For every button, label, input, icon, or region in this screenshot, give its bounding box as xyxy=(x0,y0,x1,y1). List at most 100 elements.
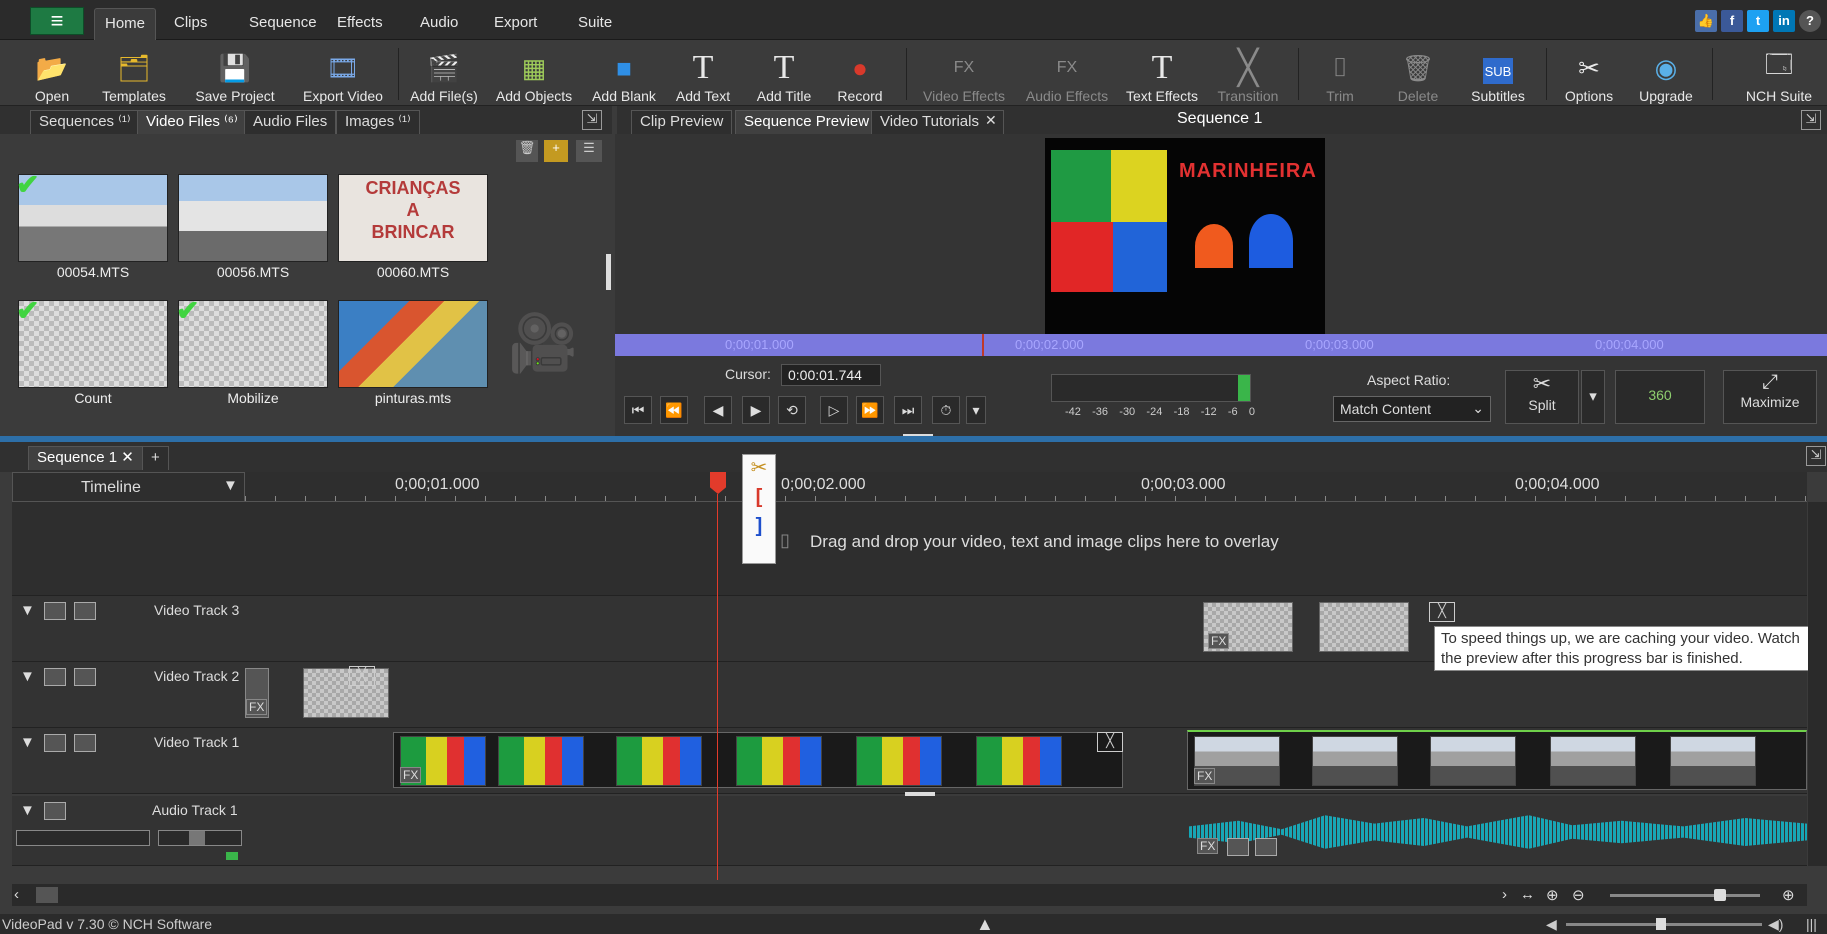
add-objects-button[interactable]: ▦ Add Objects xyxy=(492,44,576,105)
file-thumbnail[interactable] xyxy=(178,174,328,262)
prev-frame-icon[interactable]: ⏪ xyxy=(660,396,688,424)
timeline-mode-select[interactable]: Timeline ▼ xyxy=(12,472,245,502)
vertical-scrollbar[interactable] xyxy=(1808,502,1827,866)
timeline-clip-puzzle[interactable]: FX xyxy=(393,732,1123,788)
delete-button[interactable]: 🗑 Delete xyxy=(1390,44,1446,105)
tab-clips[interactable]: Clips xyxy=(164,8,217,40)
cursor-time-field[interactable]: 0:00:01.744 xyxy=(781,364,881,386)
horizontal-scrollbar[interactable]: ‹ › ↔ ⊕ ⊖ ⊕ xyxy=(12,884,1807,906)
tab-images[interactable]: Images ⁽¹⁾ xyxy=(336,110,420,134)
zoom-in-icon[interactable]: ⊕ xyxy=(1546,886,1559,904)
aspect-ratio-select[interactable]: Match Content ⌄ xyxy=(1333,396,1491,422)
file-thumbnail[interactable] xyxy=(338,300,488,388)
add-blank-button[interactable]: ■ Add Blank xyxy=(590,44,658,105)
volume-knob[interactable] xyxy=(1656,918,1666,930)
transition-icon[interactable]: ╳ xyxy=(1429,602,1455,622)
pan-knob[interactable] xyxy=(189,831,205,845)
upgrade-button[interactable]: ◉ Upgrade xyxy=(1630,44,1702,105)
close-icon[interactable]: ✕ xyxy=(121,449,134,466)
tab-effects[interactable]: Effects xyxy=(327,8,393,40)
scroll-thumb[interactable] xyxy=(36,887,58,903)
step-forward-icon[interactable]: ▷ xyxy=(820,396,848,424)
text-effects-button[interactable]: T Text Effects xyxy=(1120,44,1204,104)
file-thumbnail[interactable] xyxy=(178,300,328,388)
fx-icon[interactable]: FX xyxy=(1208,633,1230,649)
speaker-icon[interactable] xyxy=(1227,838,1249,856)
mixer-icon[interactable]: ||| xyxy=(1806,916,1817,932)
linkedin-icon[interactable]: in xyxy=(1773,10,1795,32)
go-to-start-icon[interactable]: ⏮ xyxy=(624,396,652,424)
file-thumbnail[interactable] xyxy=(18,174,168,262)
scissors-icon[interactable]: ✂ xyxy=(743,455,775,480)
fit-timeline-icon[interactable]: ↔ xyxy=(1520,886,1535,903)
timeline-clip-building[interactable]: FX xyxy=(1187,730,1807,790)
fx-icon[interactable]: FX xyxy=(400,767,422,783)
scroll-left-icon[interactable]: ‹ xyxy=(14,886,19,903)
collapse-icon[interactable]: ▼ xyxy=(20,802,35,819)
eye-icon[interactable] xyxy=(44,734,66,752)
go-to-end-icon[interactable]: ⏭ xyxy=(894,396,922,424)
link-icon[interactable] xyxy=(1255,838,1277,856)
templates-button[interactable]: 🗂 Templates xyxy=(94,44,174,105)
tab-video-tutorials[interactable]: Video Tutorials xyxy=(871,110,1004,134)
tab-sequences[interactable]: Sequences ⁽¹⁾ xyxy=(30,110,140,134)
collapse-icon[interactable]: ▼ xyxy=(20,602,35,619)
eye-icon[interactable] xyxy=(44,602,66,620)
undock-icon[interactable]: ⇲ xyxy=(1806,446,1826,466)
tab-sequence-1[interactable]: Sequence 1 ✕ xyxy=(28,446,143,470)
twitter-icon[interactable]: t xyxy=(1747,10,1769,32)
timeline-clip[interactable] xyxy=(303,668,389,718)
fx-icon[interactable]: FX xyxy=(246,699,268,715)
track-options-icon[interactable] xyxy=(74,602,96,620)
options-button[interactable]: ✂ Options xyxy=(1558,44,1620,105)
zoom-in-icon[interactable]: ⊕ xyxy=(1782,886,1795,904)
record-button[interactable]: ● Record xyxy=(832,44,888,105)
transition-button[interactable]: ╳ Transition xyxy=(1212,44,1284,104)
track-options-icon[interactable] xyxy=(74,668,96,686)
tab-audio-files[interactable]: Audio Files xyxy=(244,110,337,134)
list-view-icon[interactable]: ☰ xyxy=(576,140,602,162)
save-project-button[interactable]: 💾 Save Project xyxy=(190,44,280,105)
mark-in-icon[interactable]: [ xyxy=(743,486,775,509)
open-button[interactable]: 📂 Open xyxy=(28,44,76,105)
next-frame-icon[interactable]: ⏩ xyxy=(856,396,884,424)
file-thumbnail[interactable] xyxy=(18,300,168,388)
speaker-icon[interactable]: ◀ xyxy=(1546,916,1557,933)
zoom-out-icon[interactable]: ⊖ xyxy=(1572,886,1585,904)
volume-slider[interactable] xyxy=(16,830,150,846)
tab-suite[interactable]: Suite xyxy=(568,8,622,40)
track-lane-video-1[interactable]: FX ╳ FX xyxy=(245,728,1807,794)
speed-dropdown-icon[interactable]: ▾ xyxy=(966,396,986,424)
tab-sequence[interactable]: Sequence xyxy=(239,8,327,40)
mark-out-icon[interactable]: ] xyxy=(743,515,775,538)
timeline-clip[interactable]: FX xyxy=(1203,602,1293,652)
facebook-icon[interactable]: f xyxy=(1721,10,1743,32)
add-sequence-button[interactable]: + xyxy=(142,446,169,470)
split-button[interactable]: ✂ Split xyxy=(1505,370,1579,424)
add-folder-icon[interactable]: + xyxy=(544,140,568,162)
help-icon[interactable]: ? xyxy=(1799,10,1821,32)
tab-home[interactable]: Home xyxy=(94,8,157,40)
close-icon[interactable]: ✕ xyxy=(985,112,997,129)
zoom-slider[interactable] xyxy=(1610,889,1760,901)
master-volume-slider[interactable] xyxy=(1566,918,1762,930)
add-text-button[interactable]: T Add Text xyxy=(668,44,738,104)
tab-export[interactable]: Export xyxy=(484,8,547,40)
video-preview[interactable]: MARINHEIRA xyxy=(1045,138,1325,334)
tab-sequence-preview[interactable]: Sequence Preview xyxy=(735,110,879,134)
nch-suite-button[interactable]: 🗔 NCH Suite xyxy=(1736,44,1822,104)
split-dropdown[interactable]: ▾ xyxy=(1581,370,1605,424)
undock-icon[interactable]: ⇲ xyxy=(582,110,602,130)
track-lane-audio-1[interactable]: FX xyxy=(245,796,1807,866)
timeline-clip[interactable] xyxy=(1319,602,1409,652)
panel-splitter[interactable] xyxy=(606,254,611,290)
track-options-icon[interactable] xyxy=(74,734,96,752)
sign-thumbnail[interactable]: CRIANÇAS A BRINCAR xyxy=(338,174,488,262)
add-title-button[interactable]: T Add Title xyxy=(750,44,818,104)
transition-icon[interactable]: ╳ xyxy=(349,666,375,686)
trim-button[interactable]: ⌷ Trim xyxy=(1316,44,1364,104)
play-icon[interactable]: ▶ xyxy=(742,396,770,424)
hamburger-menu-icon[interactable]: ≡ xyxy=(30,7,84,35)
speaker-icon[interactable] xyxy=(44,802,66,820)
timeline-ruler[interactable]: 0;00;01.000 0;00;02.000 0;00;03.000 0;00… xyxy=(245,472,1807,502)
